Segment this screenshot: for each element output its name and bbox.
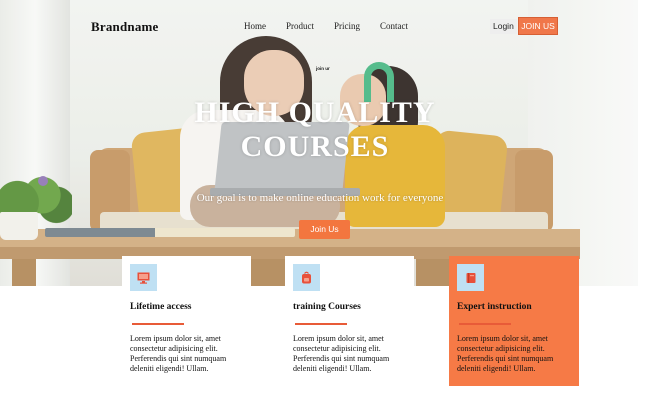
feature-divider bbox=[295, 323, 347, 325]
feature-card: training Courses Lorem ipsum dolor sit, … bbox=[285, 256, 414, 386]
join-us-hero-button[interactable]: Join Us bbox=[299, 220, 350, 239]
feature-divider bbox=[132, 323, 184, 325]
hero-title-line: COURSES bbox=[240, 130, 390, 163]
nav-pricing[interactable]: Pricing bbox=[334, 21, 360, 31]
login-button[interactable]: Login bbox=[490, 19, 517, 34]
hero-subtitle: Our goal is to make online education wor… bbox=[196, 192, 444, 204]
nav-home[interactable]: Home bbox=[244, 21, 266, 31]
backpack-icon bbox=[293, 264, 320, 291]
main-nav: Home Product Pricing Contact bbox=[244, 21, 428, 31]
feature-text: Lorem ipsum dolor sit, amet consectetur … bbox=[130, 334, 227, 373]
feature-text: Lorem ipsum dolor sit, amet consectetur … bbox=[457, 334, 554, 373]
book-icon bbox=[457, 264, 484, 291]
feature-title: Expert instruction bbox=[457, 302, 532, 312]
hero-tiny-label: join ur bbox=[316, 66, 330, 71]
brand-logo[interactable]: Brandname bbox=[91, 19, 159, 35]
hero-title: HIGH QUALITY COURSES bbox=[160, 96, 470, 164]
feature-title: Lifetime access bbox=[130, 302, 192, 312]
hero-title-line: HIGH QUALITY bbox=[194, 96, 436, 129]
nav-contact[interactable]: Contact bbox=[380, 21, 408, 31]
join-us-nav-button[interactable]: JOIN US bbox=[518, 17, 558, 35]
feature-card: Lifetime access Lorem ipsum dolor sit, a… bbox=[122, 256, 251, 386]
feature-text: Lorem ipsum dolor sit, amet consectetur … bbox=[293, 334, 390, 373]
monitor-icon bbox=[130, 264, 157, 291]
feature-divider bbox=[459, 323, 511, 325]
nav-product[interactable]: Product bbox=[286, 21, 314, 31]
feature-title: training Courses bbox=[293, 302, 361, 312]
feature-card-highlighted: Expert instruction Lorem ipsum dolor sit… bbox=[449, 256, 579, 386]
